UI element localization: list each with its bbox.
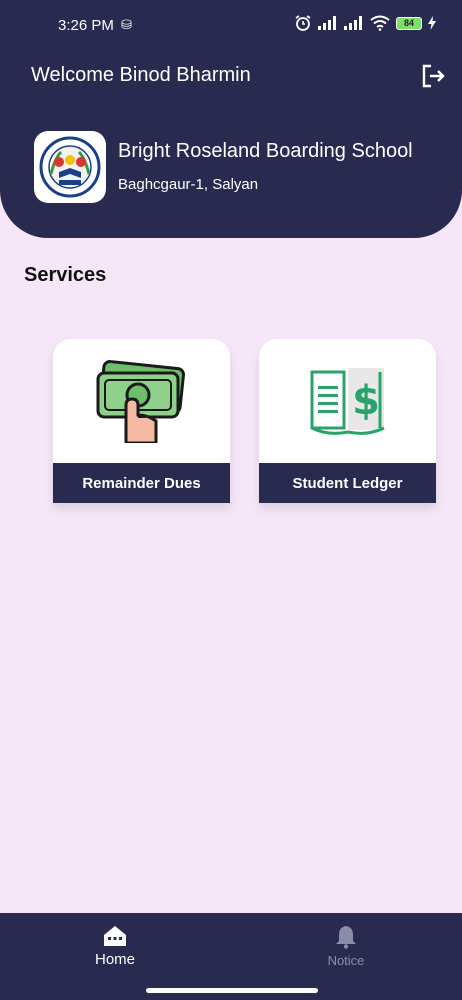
school-name: Bright Roseland Boarding School: [118, 140, 413, 162]
signal-icon: [344, 16, 362, 30]
wifi-icon: [370, 15, 390, 31]
battery-icon: 84: [396, 16, 422, 30]
sim-icon: ⛁: [121, 17, 132, 32]
battery-level: 84: [403, 18, 414, 28]
student-ledger-card[interactable]: $ Student Ledger: [259, 339, 436, 503]
nav-notice-label: Notice: [327, 953, 365, 968]
school-address: Baghcgaur-1, Salyan: [118, 176, 259, 193]
status-icons: 84: [294, 14, 436, 32]
bell-icon: [336, 926, 356, 949]
home-icon: [104, 926, 126, 946]
charging-icon: [428, 16, 436, 30]
services-title: Services: [24, 264, 107, 286]
app-header: 3:26 PM ⛁ 84 Welcome Binod Bharmin Brigh…: [0, 0, 462, 238]
welcome-text: Welcome Binod Bharmin: [31, 64, 251, 86]
alarm-icon: [295, 15, 311, 31]
status-bar: 3:26 PM ⛁ 84: [0, 0, 462, 52]
student-ledger-label: Student Ledger: [259, 463, 436, 503]
svg-text:$: $: [352, 378, 380, 424]
school-logo-emblem: [39, 136, 101, 198]
school-logo: [34, 131, 106, 203]
nav-home[interactable]: Home: [55, 913, 175, 981]
money-hand-icon: [53, 339, 230, 463]
status-time: 3:26 PM: [58, 17, 114, 34]
logout-icon[interactable]: [420, 63, 446, 89]
signal-icon: [318, 16, 336, 30]
home-indicator[interactable]: [146, 988, 318, 993]
remainder-dues-card[interactable]: Remainder Dues: [53, 339, 230, 503]
remainder-dues-label: Remainder Dues: [53, 463, 230, 503]
nav-home-label: Home: [94, 951, 135, 968]
nav-notice[interactable]: Notice: [286, 913, 406, 981]
bottom-nav: Home Notice: [0, 913, 462, 1000]
ledger-book-icon: $: [259, 339, 436, 463]
